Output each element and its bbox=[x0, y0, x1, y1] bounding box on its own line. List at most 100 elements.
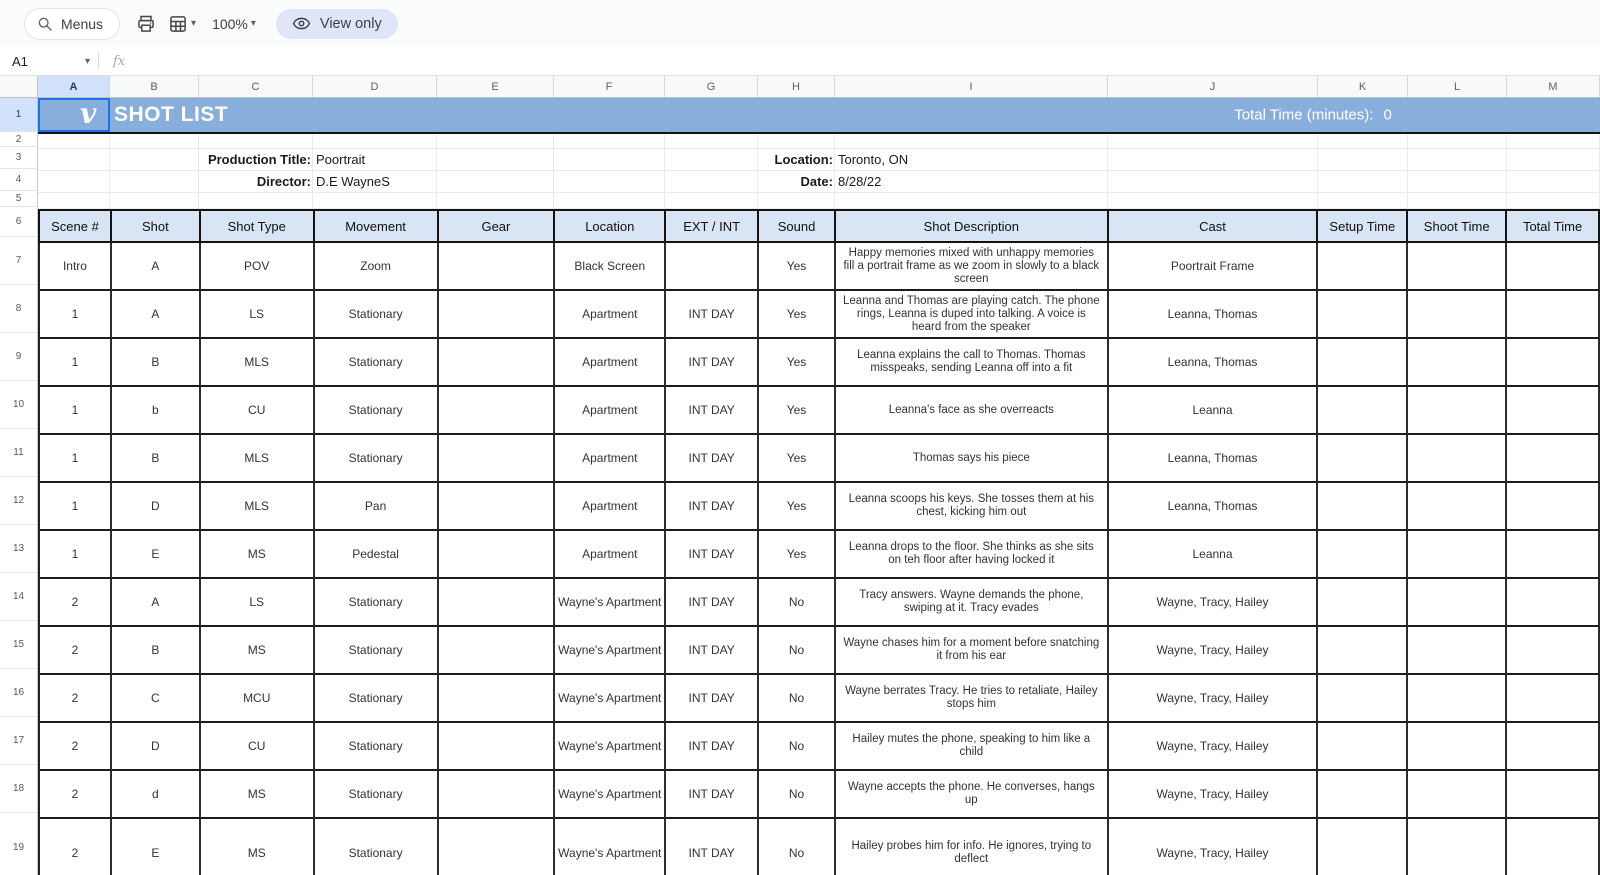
column-header-M[interactable]: M bbox=[1507, 76, 1600, 97]
cell-I17[interactable]: Hailey mutes the phone, speaking to him … bbox=[836, 723, 1109, 771]
column-header-G[interactable]: G bbox=[665, 76, 758, 97]
cell-F19[interactable]: Wayne's Apartment bbox=[555, 819, 666, 875]
cell-I8[interactable]: Leanna and Thomas are playing catch. The… bbox=[836, 291, 1109, 339]
cell-K10[interactable] bbox=[1318, 387, 1408, 435]
cell-D18[interactable]: Stationary bbox=[315, 771, 439, 819]
cell-C11[interactable]: MLS bbox=[201, 435, 315, 483]
cell-K13[interactable] bbox=[1318, 531, 1408, 579]
cell-I14[interactable]: Tracy answers. Wayne demands the phone, … bbox=[836, 579, 1109, 627]
cell-H17[interactable]: No bbox=[759, 723, 836, 771]
cell-D16[interactable]: Stationary bbox=[315, 675, 439, 723]
column-header-D[interactable]: D bbox=[313, 76, 437, 97]
cell-K11[interactable] bbox=[1318, 435, 1408, 483]
cell-K12[interactable] bbox=[1318, 483, 1408, 531]
cell-H9[interactable]: Yes bbox=[759, 339, 836, 387]
cell-E19[interactable] bbox=[439, 819, 556, 875]
table-header-gear[interactable]: Gear bbox=[439, 211, 556, 241]
cell-A19[interactable]: 2 bbox=[40, 819, 112, 875]
cell-C18[interactable]: MS bbox=[201, 771, 315, 819]
cell-M8[interactable] bbox=[1507, 291, 1600, 339]
cell-F12[interactable]: Apartment bbox=[555, 483, 666, 531]
cell-C10[interactable]: CU bbox=[201, 387, 315, 435]
cell-G14[interactable]: INT DAY bbox=[666, 579, 759, 627]
column-header-B[interactable]: B bbox=[110, 76, 199, 97]
row-header-17[interactable]: 17 bbox=[0, 717, 38, 765]
cell-J9[interactable]: Leanna, Thomas bbox=[1109, 339, 1319, 387]
table-header-total-time[interactable]: Total Time bbox=[1507, 211, 1600, 241]
location-value[interactable]: Toronto, ON bbox=[838, 149, 908, 171]
cell-I15[interactable]: Wayne chases him for a moment before sna… bbox=[836, 627, 1109, 675]
cell-B7[interactable]: A bbox=[112, 243, 201, 291]
cell-E16[interactable] bbox=[439, 675, 556, 723]
cell-M15[interactable] bbox=[1507, 627, 1600, 675]
cell-M10[interactable] bbox=[1507, 387, 1600, 435]
cell-D17[interactable]: Stationary bbox=[315, 723, 439, 771]
cell-C16[interactable]: MCU bbox=[201, 675, 315, 723]
cell-I11[interactable]: Thomas says his piece bbox=[836, 435, 1109, 483]
cell-E14[interactable] bbox=[439, 579, 556, 627]
cell-row5-M[interactable] bbox=[1507, 193, 1600, 209]
cell-row5-G[interactable] bbox=[665, 193, 758, 209]
cell-E7[interactable] bbox=[439, 243, 556, 291]
cell-E17[interactable] bbox=[439, 723, 556, 771]
cell-A16[interactable]: 2 bbox=[40, 675, 112, 723]
cell-G9[interactable]: INT DAY bbox=[666, 339, 759, 387]
cell-D10[interactable]: Stationary bbox=[315, 387, 439, 435]
cell-E9[interactable] bbox=[439, 339, 556, 387]
cell-row4-A[interactable] bbox=[38, 171, 110, 193]
cell-K17[interactable] bbox=[1318, 723, 1408, 771]
cell-D15[interactable]: Stationary bbox=[315, 627, 439, 675]
cell-row2-G[interactable] bbox=[665, 134, 758, 149]
cell-B11[interactable]: B bbox=[112, 435, 201, 483]
cell-L19[interactable] bbox=[1408, 819, 1507, 875]
cell-K16[interactable] bbox=[1318, 675, 1408, 723]
cell-row5-L[interactable] bbox=[1408, 193, 1507, 209]
cell-H14[interactable]: No bbox=[759, 579, 836, 627]
cell-J12[interactable]: Leanna, Thomas bbox=[1109, 483, 1319, 531]
cell-I9[interactable]: Leanna explains the call to Thomas. Thom… bbox=[836, 339, 1109, 387]
cell-row2-K[interactable] bbox=[1318, 134, 1408, 149]
cell-row3-M[interactable] bbox=[1507, 149, 1600, 171]
cell-A14[interactable]: 2 bbox=[40, 579, 112, 627]
cell-F11[interactable]: Apartment bbox=[555, 435, 666, 483]
cell-C15[interactable]: MS bbox=[201, 627, 315, 675]
cell-B15[interactable]: B bbox=[112, 627, 201, 675]
cell-H11[interactable]: Yes bbox=[759, 435, 836, 483]
cell-B8[interactable]: A bbox=[112, 291, 201, 339]
cell-L12[interactable] bbox=[1408, 483, 1507, 531]
cell-F18[interactable]: Wayne's Apartment bbox=[555, 771, 666, 819]
cell-E12[interactable] bbox=[439, 483, 556, 531]
cell-C13[interactable]: MS bbox=[201, 531, 315, 579]
cell-J15[interactable]: Wayne, Tracy, Hailey bbox=[1109, 627, 1319, 675]
cell-I10[interactable]: Leanna's face as she overreacts bbox=[836, 387, 1109, 435]
row-header-9[interactable]: 9 bbox=[0, 333, 38, 381]
cell-row2-E[interactable] bbox=[437, 134, 554, 149]
zoom-select[interactable]: 100% ▾ bbox=[212, 16, 256, 32]
cell-D12[interactable]: Pan bbox=[315, 483, 439, 531]
cell-J13[interactable]: Leanna bbox=[1109, 531, 1319, 579]
cell-row5-I[interactable] bbox=[835, 193, 1108, 209]
cell-H19[interactable]: No bbox=[759, 819, 836, 875]
cell-L18[interactable] bbox=[1408, 771, 1507, 819]
cell-B19[interactable]: E bbox=[112, 819, 201, 875]
cell-H16[interactable]: No bbox=[759, 675, 836, 723]
cell-I18[interactable]: Wayne accepts the phone. He converses, h… bbox=[836, 771, 1109, 819]
cell-L17[interactable] bbox=[1408, 723, 1507, 771]
cell-B9[interactable]: B bbox=[112, 339, 201, 387]
cell-B17[interactable]: D bbox=[112, 723, 201, 771]
cell-D7[interactable]: Zoom bbox=[315, 243, 439, 291]
cell-H8[interactable]: Yes bbox=[759, 291, 836, 339]
cell-row4-L[interactable] bbox=[1408, 171, 1507, 193]
cell-M12[interactable] bbox=[1507, 483, 1600, 531]
cell-L14[interactable] bbox=[1408, 579, 1507, 627]
cell-A17[interactable]: 2 bbox=[40, 723, 112, 771]
cell-G16[interactable]: INT DAY bbox=[666, 675, 759, 723]
cell-L8[interactable] bbox=[1408, 291, 1507, 339]
cell-row2-F[interactable] bbox=[554, 134, 665, 149]
cell-row3-A[interactable] bbox=[38, 149, 110, 171]
cell-L11[interactable] bbox=[1408, 435, 1507, 483]
cell-J11[interactable]: Leanna, Thomas bbox=[1109, 435, 1319, 483]
cell-row2-C[interactable] bbox=[199, 134, 313, 149]
cell-K18[interactable] bbox=[1318, 771, 1408, 819]
table-header-shoot-time[interactable]: Shoot Time bbox=[1408, 211, 1507, 241]
